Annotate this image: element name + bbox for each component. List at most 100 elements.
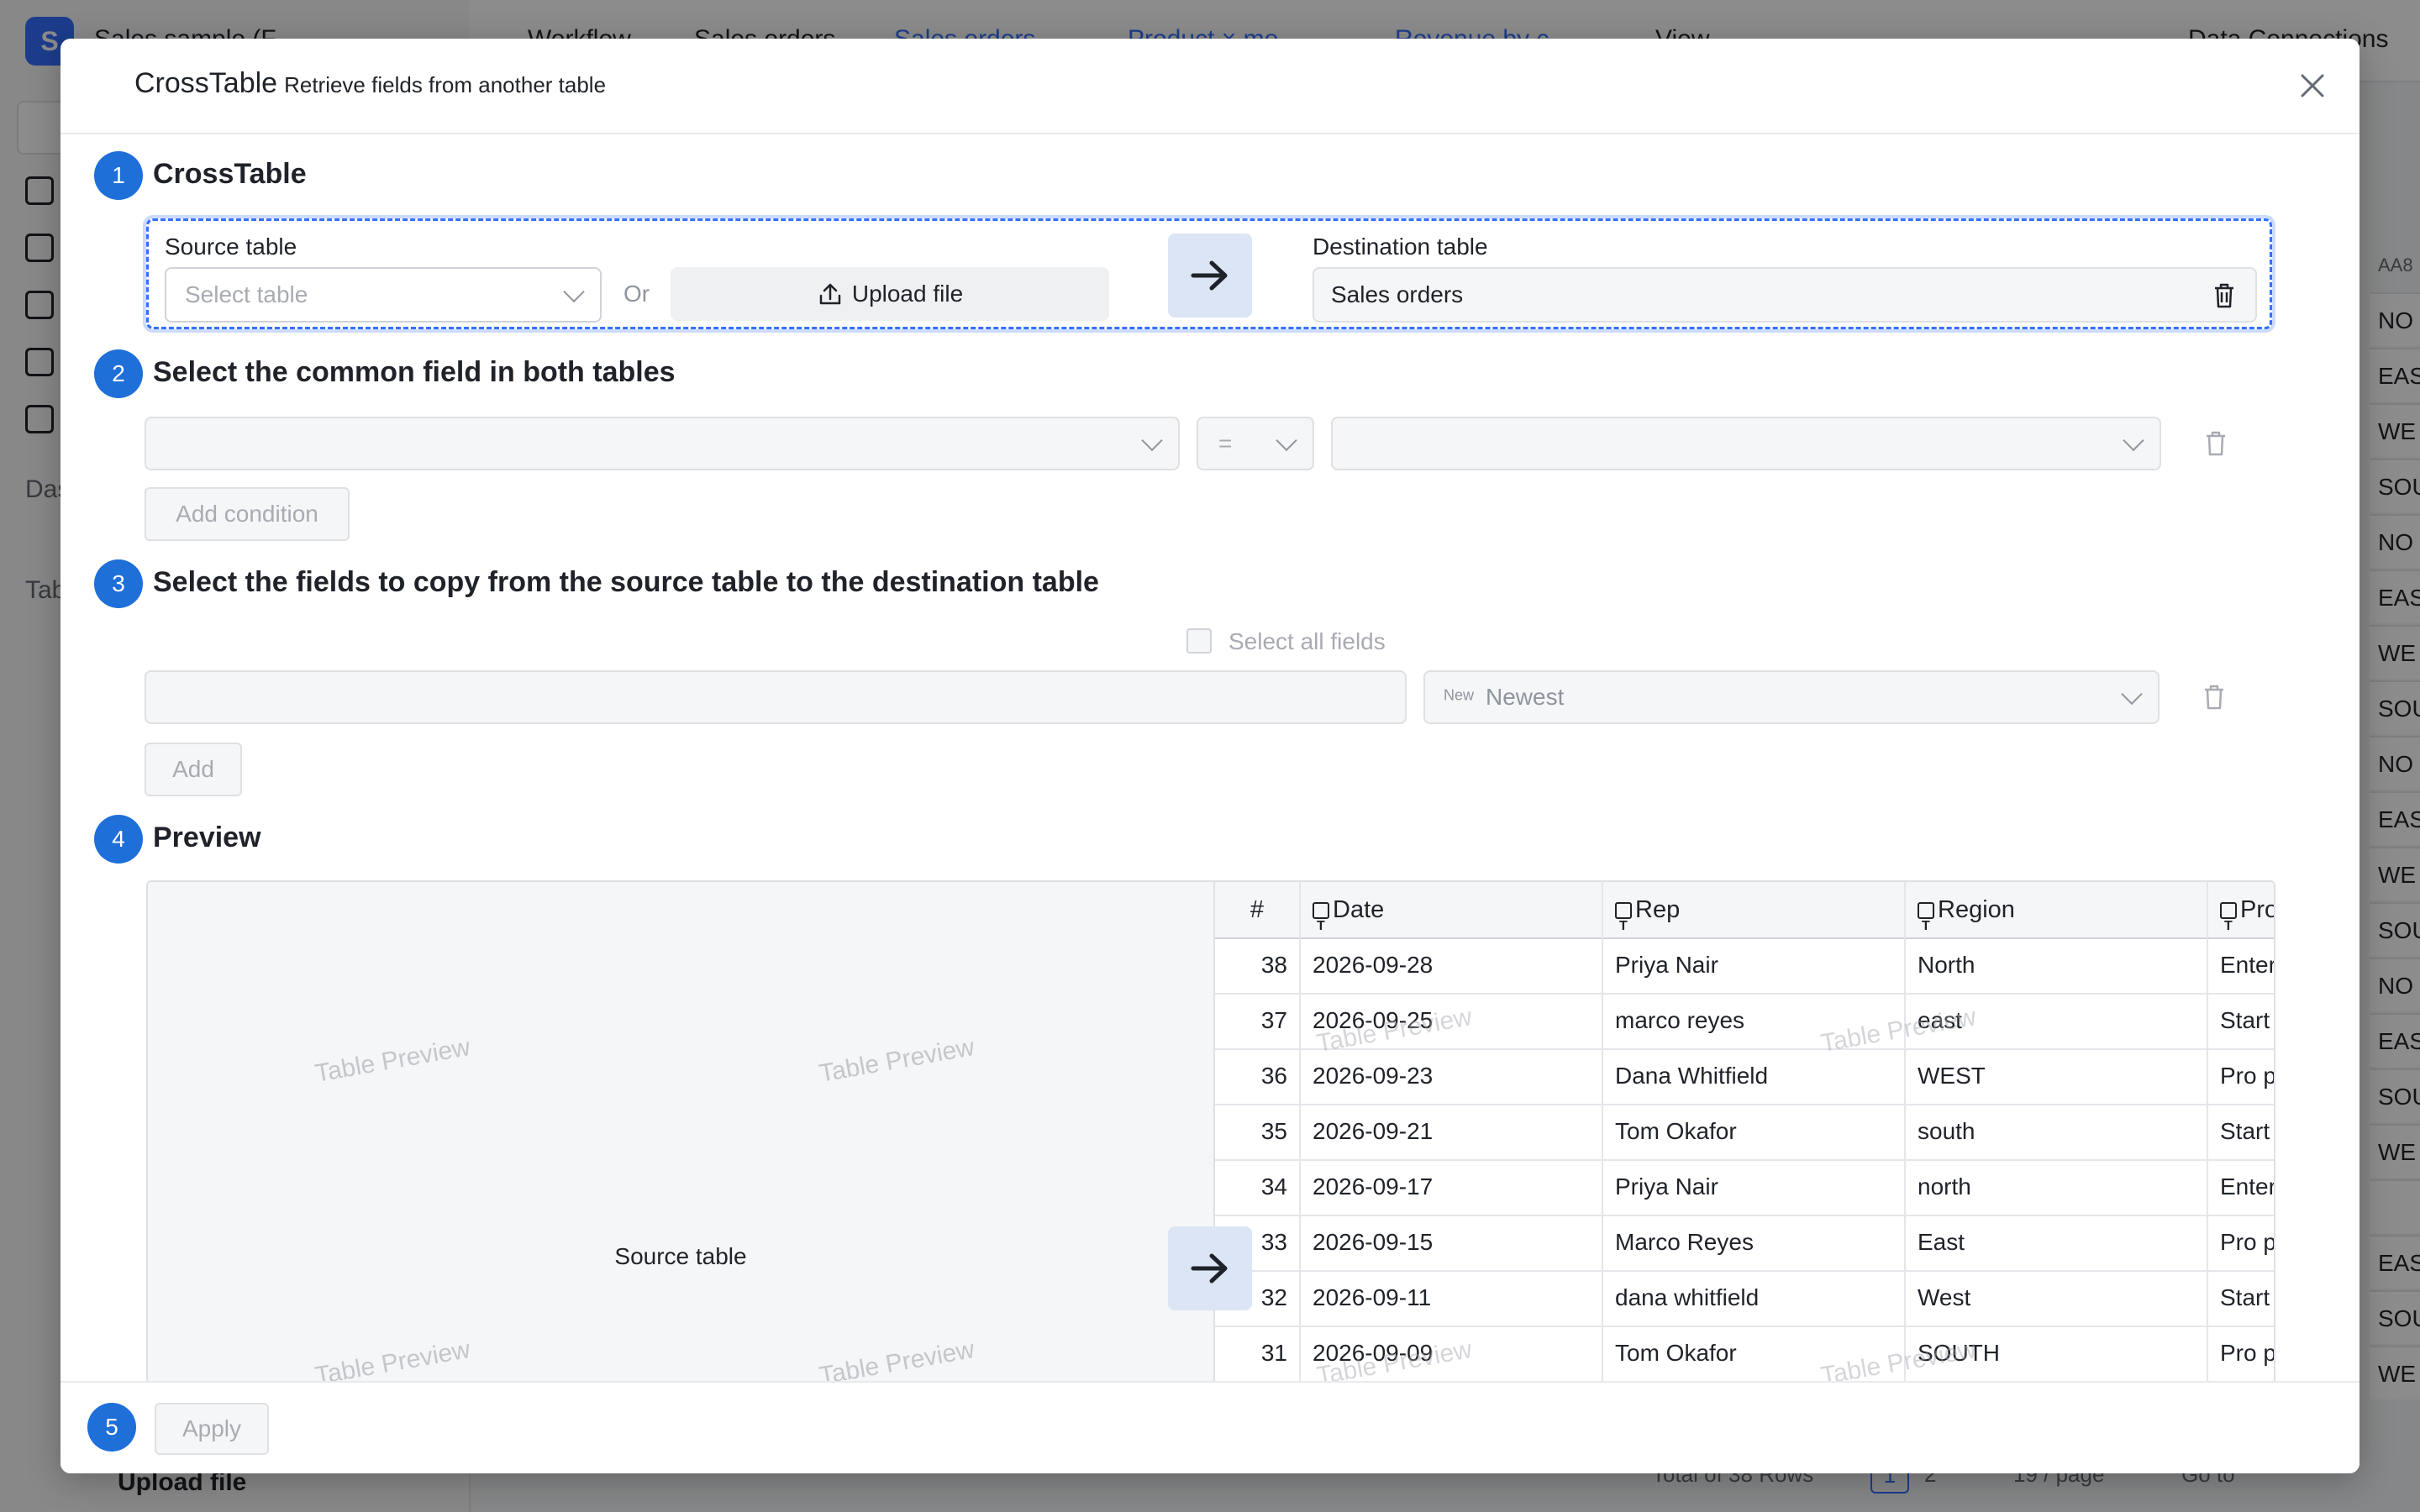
table-cell: 35 (1260, 1118, 1287, 1144)
destination-table-label: Destination table (1313, 234, 1488, 260)
table-cell: North (1904, 937, 2207, 993)
step-1-arrow-icon (1168, 234, 1252, 318)
table-row: 33 2026-09-15 Marco Reyes East Pro p (1215, 1215, 2274, 1272)
delete-condition-trash-icon[interactable] (2203, 430, 2228, 457)
table-cell: south (1904, 1104, 2207, 1159)
preview-arrow-icon (1168, 1226, 1252, 1310)
modal-title: CrossTable Retrieve fields from another t… (134, 67, 606, 100)
step-3-number: 3 (94, 559, 143, 608)
add-condition-button[interactable]: Add condition (145, 487, 350, 541)
column-header: Date (1299, 882, 1602, 937)
select-all-checkbox[interactable] (1186, 628, 1212, 654)
table-cell: 2026-09-21 (1299, 1104, 1602, 1159)
copy-field-input[interactable] (145, 670, 1407, 724)
destination-table-field: Sales orders (1313, 267, 2257, 323)
apply-button[interactable]: Apply (155, 1403, 269, 1455)
chevron-down-icon (563, 281, 585, 303)
table-row: 35 2026-09-21 Tom Okafor south Start (1215, 1104, 2274, 1161)
column-header: # (1215, 882, 1299, 937)
column-header-label: Prod (2240, 896, 2274, 923)
table-cell: Priya Nair (1602, 937, 1904, 993)
table-cell: 2026-09-11 (1299, 1270, 1602, 1326)
destination-field-select[interactable] (1331, 417, 2161, 470)
table-cell: East (1904, 1215, 2207, 1270)
add-field-button[interactable]: Add (145, 743, 242, 796)
table-cell: Priya Nair (1602, 1159, 1904, 1215)
select-all-label[interactable]: Select all fields (1228, 628, 1386, 655)
chevron-down-icon (2121, 683, 2143, 706)
table-cell: 37 (1260, 1007, 1287, 1033)
table-cell: 38 (1260, 952, 1287, 978)
source-table-placeholder: Select table (185, 281, 308, 307)
step-4-number: 4 (94, 815, 143, 864)
trash-icon[interactable] (2212, 282, 2237, 309)
text-field-icon (2220, 899, 2237, 937)
watermark: Table Preview (313, 1033, 473, 1088)
copy-mode-value: Newest (1486, 684, 1565, 710)
table-cell: Pro p (2207, 1326, 2274, 1381)
watermark: Table Preview (817, 1033, 977, 1088)
copy-mode-select[interactable]: New Newest (1423, 670, 2160, 724)
table-cell: Start (2207, 993, 2274, 1048)
or-label: Or (623, 281, 650, 307)
column-header-label: Date (1333, 896, 1385, 923)
table-cell: 31 (1260, 1340, 1287, 1366)
table-cell: West (1904, 1270, 2207, 1326)
close-icon[interactable] (2296, 69, 2329, 102)
column-header: Prod (2207, 882, 2274, 937)
source-field-select[interactable] (145, 417, 1180, 470)
source-table-label: Source table (165, 234, 297, 260)
crosstable-modal: CrossTable Retrieve fields from another t… (60, 39, 2360, 1473)
upload-file-button[interactable]: Upload file (671, 267, 1109, 321)
table-cell: 34 (1260, 1173, 1287, 1200)
modal-title-text: CrossTable (134, 67, 278, 99)
table-cell: 2026-09-23 (1299, 1048, 1602, 1104)
table-cell: Pro p (2207, 1048, 2274, 1104)
modal-footer: 5 Apply (60, 1381, 2360, 1473)
table-row: 32 2026-09-11 dana whitfield West Start (1215, 1270, 2274, 1327)
chevron-down-icon (2123, 429, 2144, 452)
column-header-label: Rep (1635, 896, 1681, 923)
source-preview-label: Source table (614, 1243, 747, 1269)
text-field-icon (1615, 899, 1632, 937)
watermark: Table Preview (817, 1336, 977, 1384)
table-cell: Enter (2207, 1159, 2274, 1215)
table-cell: Tom Okafor (1602, 1104, 1904, 1159)
column-header-label: Region (1938, 896, 2015, 923)
chevron-down-icon (1141, 429, 1163, 452)
table-cell: Marco Reyes (1602, 1215, 1904, 1270)
column-header: Region (1904, 882, 2207, 937)
step-2-title: Select the common field in both tables (153, 356, 676, 388)
column-header: Rep (1602, 882, 1904, 937)
step-1-number: 1 (94, 151, 143, 200)
upload-file-label: Upload file (851, 281, 964, 307)
copy-mode-tag: New (1444, 686, 1475, 704)
step-3-title: Select the fields to copy from the sourc… (153, 566, 1099, 598)
source-table-select[interactable]: Select table (165, 267, 602, 323)
step-1-title: CrossTable (153, 158, 307, 190)
table-cell: 36 (1260, 1063, 1287, 1089)
chevron-down-icon (1276, 429, 1297, 452)
operator-value: = (1218, 430, 1233, 456)
source-preview-pane: Table Preview Table Preview Table Previe… (148, 882, 1213, 1384)
modal-subtitle: Retrieve fields from another table (284, 72, 607, 97)
table-row: 38 2026-09-28 Priya Nair North Enter (1215, 937, 2274, 995)
destination-table-value: Sales orders (1331, 281, 1464, 307)
operator-select[interactable]: = (1197, 417, 1314, 470)
table-cell: 2026-09-15 (1299, 1215, 1602, 1270)
table-cell: 2026-09-17 (1299, 1159, 1602, 1215)
modal-header: CrossTable Retrieve fields from another t… (60, 39, 2360, 134)
table-cell: Pro p (2207, 1215, 2274, 1270)
table-cell: Start (2207, 1104, 2274, 1159)
destination-preview-table: #DateRepRegionProd382026-09-28Priya Nair… (1213, 882, 2274, 1383)
upload-icon (819, 283, 841, 305)
delete-field-trash-icon[interactable] (2202, 684, 2227, 711)
table-cell: Start (2207, 1270, 2274, 1326)
table-row: 36 2026-09-23 Dana Whitfield WEST Pro p (1215, 1048, 2274, 1105)
table-cell: dana whitfield (1602, 1270, 1904, 1326)
column-header-label: # (1249, 896, 1265, 923)
table-cell: 2026-09-28 (1299, 937, 1602, 993)
table-cell: Dana Whitfield (1602, 1048, 1904, 1104)
table-cell: north (1904, 1159, 2207, 1215)
text-field-icon (1918, 899, 1934, 937)
